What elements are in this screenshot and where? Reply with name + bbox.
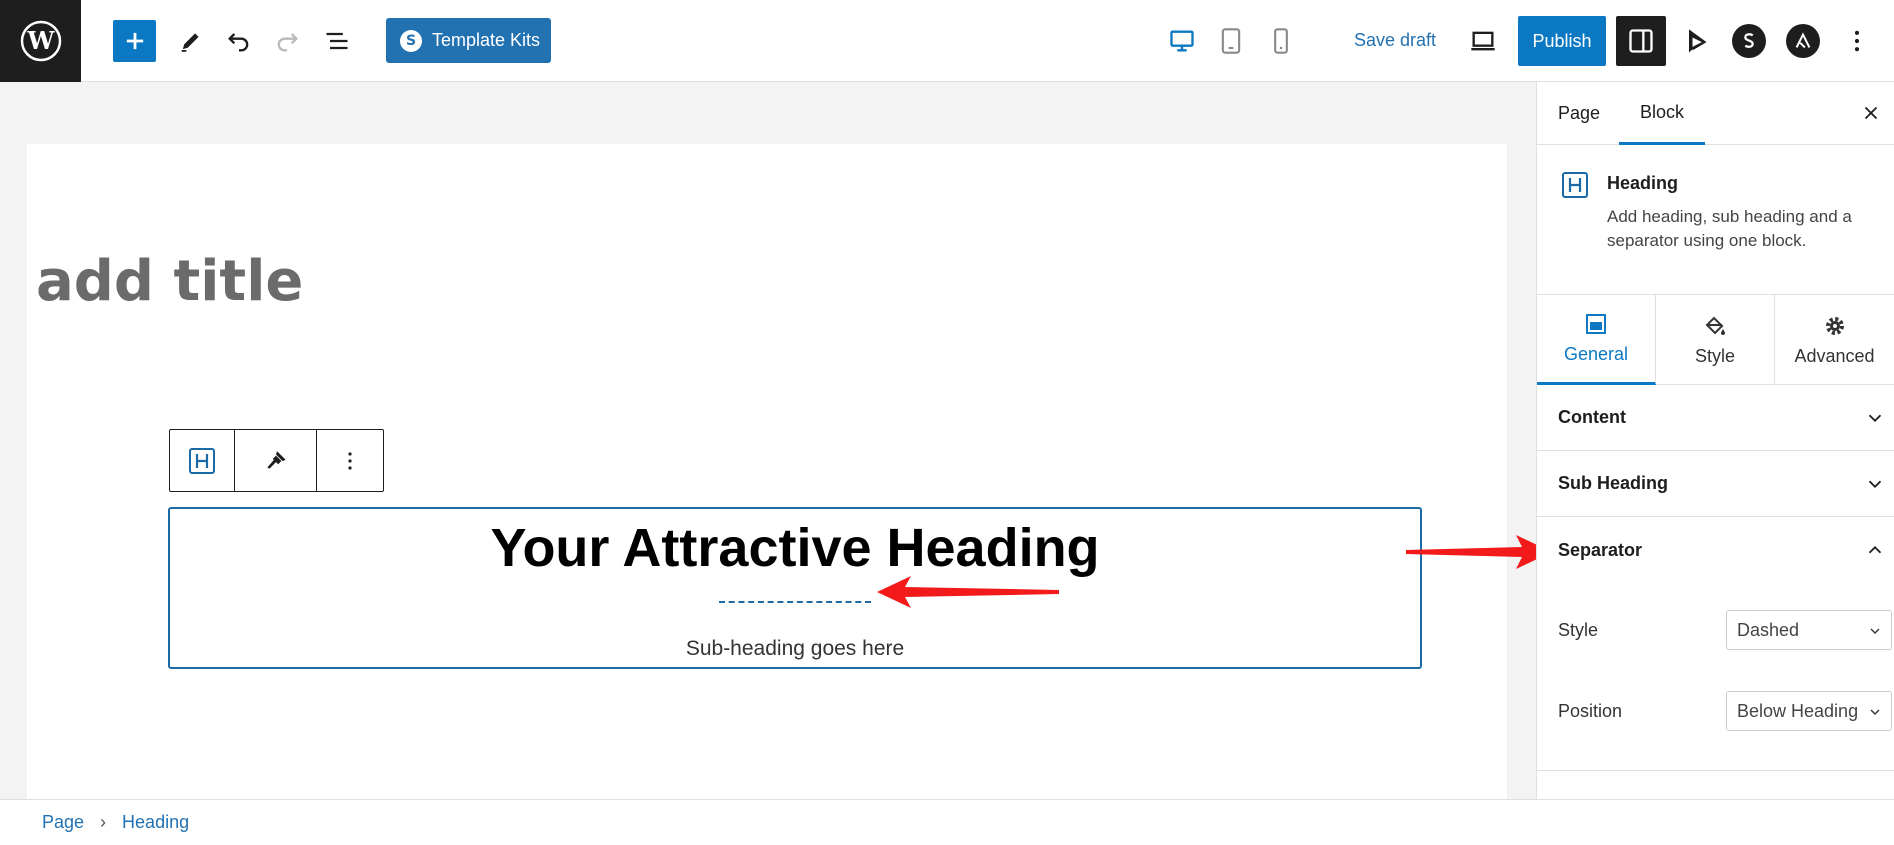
tools-button[interactable] [170, 20, 212, 62]
section-subheading-header[interactable]: Sub Heading [1537, 451, 1894, 517]
desktop-preview-button[interactable] [1161, 20, 1203, 62]
plugin-button-astra[interactable] [1786, 24, 1820, 58]
panel-tabs: General Style Advanced [1537, 295, 1894, 385]
subheading-text[interactable]: Sub-heading goes here [170, 637, 1420, 661]
dashed-separator [719, 601, 871, 603]
separator-position-value: Below Heading [1737, 700, 1859, 721]
heading-block-icon [189, 447, 216, 474]
editor-top-toolbar: W S Template Kits Save draft Publish [0, 0, 1894, 82]
starter-templates-icon: S [400, 29, 422, 52]
separator-position-select[interactable]: Below Heading [1726, 691, 1892, 731]
spectra-icon [1744, 33, 1754, 48]
section-separator-header[interactable]: Separator [1537, 517, 1894, 583]
block-card-title: Heading [1607, 173, 1679, 193]
breadcrumb-page[interactable]: Page [42, 812, 84, 833]
template-kits-label: Template Kits [432, 30, 541, 50]
add-block-button[interactable] [113, 20, 156, 62]
play-plugin-icon [1689, 29, 1707, 53]
svg-text:W: W [26, 26, 55, 55]
desktop-icon [1170, 30, 1194, 52]
copy-style-button[interactable] [235, 430, 317, 491]
separator-style-label: Style [1558, 620, 1599, 640]
plugin-button-spectra[interactable] [1732, 24, 1766, 58]
section-separator-label: Separator [1558, 539, 1643, 560]
document-overview-button[interactable] [316, 20, 358, 62]
block-options-button[interactable] [317, 430, 383, 491]
block-card-description: Add heading, sub heading and a separator… [1607, 207, 1852, 250]
undo-button[interactable] [218, 20, 260, 62]
canvas-page: add title Your Attractive Heading Sub-he… [27, 144, 1507, 799]
separator-style-value: Dashed [1737, 619, 1800, 640]
tab-style-label: Style [1695, 345, 1736, 366]
chevron-up-icon [1868, 545, 1882, 554]
redo-icon [277, 33, 298, 52]
title-placeholder[interactable]: add title [36, 249, 303, 314]
annotation-arrow-right-icon [1406, 535, 1552, 569]
paint-brush-icon [266, 450, 286, 469]
wordpress-logo[interactable]: W [0, 0, 81, 82]
close-sidebar-button[interactable] [1858, 100, 1884, 126]
pencil-icon [181, 33, 199, 52]
options-button[interactable] [1836, 20, 1878, 62]
sidebar-icon [1629, 29, 1653, 53]
paint-bucket-icon [1705, 316, 1726, 335]
sidebar-tabs: Page Block [1537, 82, 1894, 145]
laptop-icon [1471, 31, 1495, 51]
close-icon [1864, 106, 1878, 120]
list-view-icon [326, 32, 348, 50]
tab-general-label: General [1563, 344, 1629, 364]
mobile-preview-button[interactable] [1260, 20, 1302, 62]
block-card: Heading Add heading, sub heading and a s… [1537, 145, 1894, 295]
template-kits-button[interactable]: S Template Kits [386, 18, 551, 63]
separator-style-field: Style Dashed [1558, 610, 1892, 650]
section-content-label: Content [1558, 407, 1626, 427]
heading-block-icon [1561, 171, 1589, 204]
separator-position-field: Position Below Heading [1558, 691, 1892, 731]
publish-button[interactable]: Publish [1518, 16, 1606, 66]
wordpress-icon: W [20, 20, 61, 62]
editor-canvas: add title Your Attractive Heading Sub-he… [0, 82, 1536, 799]
tab-advanced[interactable]: Advanced [1775, 295, 1894, 385]
more-vertical-icon [348, 451, 352, 470]
section-separator-body: Style Dashed Position Below Heading [1537, 583, 1894, 771]
view-post-button[interactable] [1462, 20, 1504, 62]
astra-icon [1795, 32, 1811, 49]
tab-style[interactable]: Style [1656, 295, 1776, 385]
heading-block[interactable]: Your Attractive Heading Sub-heading goes… [168, 507, 1422, 669]
chevron-down-icon [1868, 480, 1882, 489]
settings-sidebar: Page Block Heading Add heading, sub head… [1536, 82, 1894, 799]
gear-icon [1825, 316, 1844, 335]
tab-general[interactable]: General [1537, 295, 1657, 385]
tab-advanced-label: Advanced [1794, 345, 1875, 366]
tab-page[interactable]: Page [1558, 82, 1600, 145]
block-toolbar [169, 429, 384, 492]
redo-button[interactable] [266, 20, 308, 62]
settings-toggle-button[interactable] [1616, 16, 1666, 66]
chevron-down-icon [1868, 414, 1882, 423]
more-vertical-icon [1854, 30, 1860, 52]
breadcrumb-heading[interactable]: Heading [122, 812, 189, 833]
tab-block[interactable]: Block [1619, 82, 1706, 145]
block-type-button[interactable] [170, 430, 236, 491]
separator-position-label: Position [1558, 701, 1623, 721]
plugin-button-play[interactable] [1675, 20, 1717, 62]
tablet-preview-button[interactable] [1210, 20, 1252, 62]
separator-style-select[interactable]: Dashed [1726, 610, 1892, 650]
section-content-header[interactable]: Content [1537, 385, 1894, 451]
plus-icon [126, 32, 143, 50]
chevron-down-icon [1870, 709, 1880, 715]
chevron-down-icon [1870, 628, 1880, 634]
general-layout-icon [1586, 314, 1606, 334]
heading-text[interactable]: Your Attractive Heading [170, 517, 1420, 579]
chevron-right-icon: › [100, 812, 107, 832]
undo-icon [228, 33, 249, 52]
section-subheading-label: Sub Heading [1558, 473, 1669, 493]
block-breadcrumb: Page › Heading [0, 799, 1894, 845]
save-draft-button[interactable]: Save draft [1354, 30, 1436, 51]
tablet-icon [1221, 28, 1241, 54]
mobile-icon [1274, 28, 1288, 54]
annotation-arrow-left-icon [877, 576, 1059, 608]
